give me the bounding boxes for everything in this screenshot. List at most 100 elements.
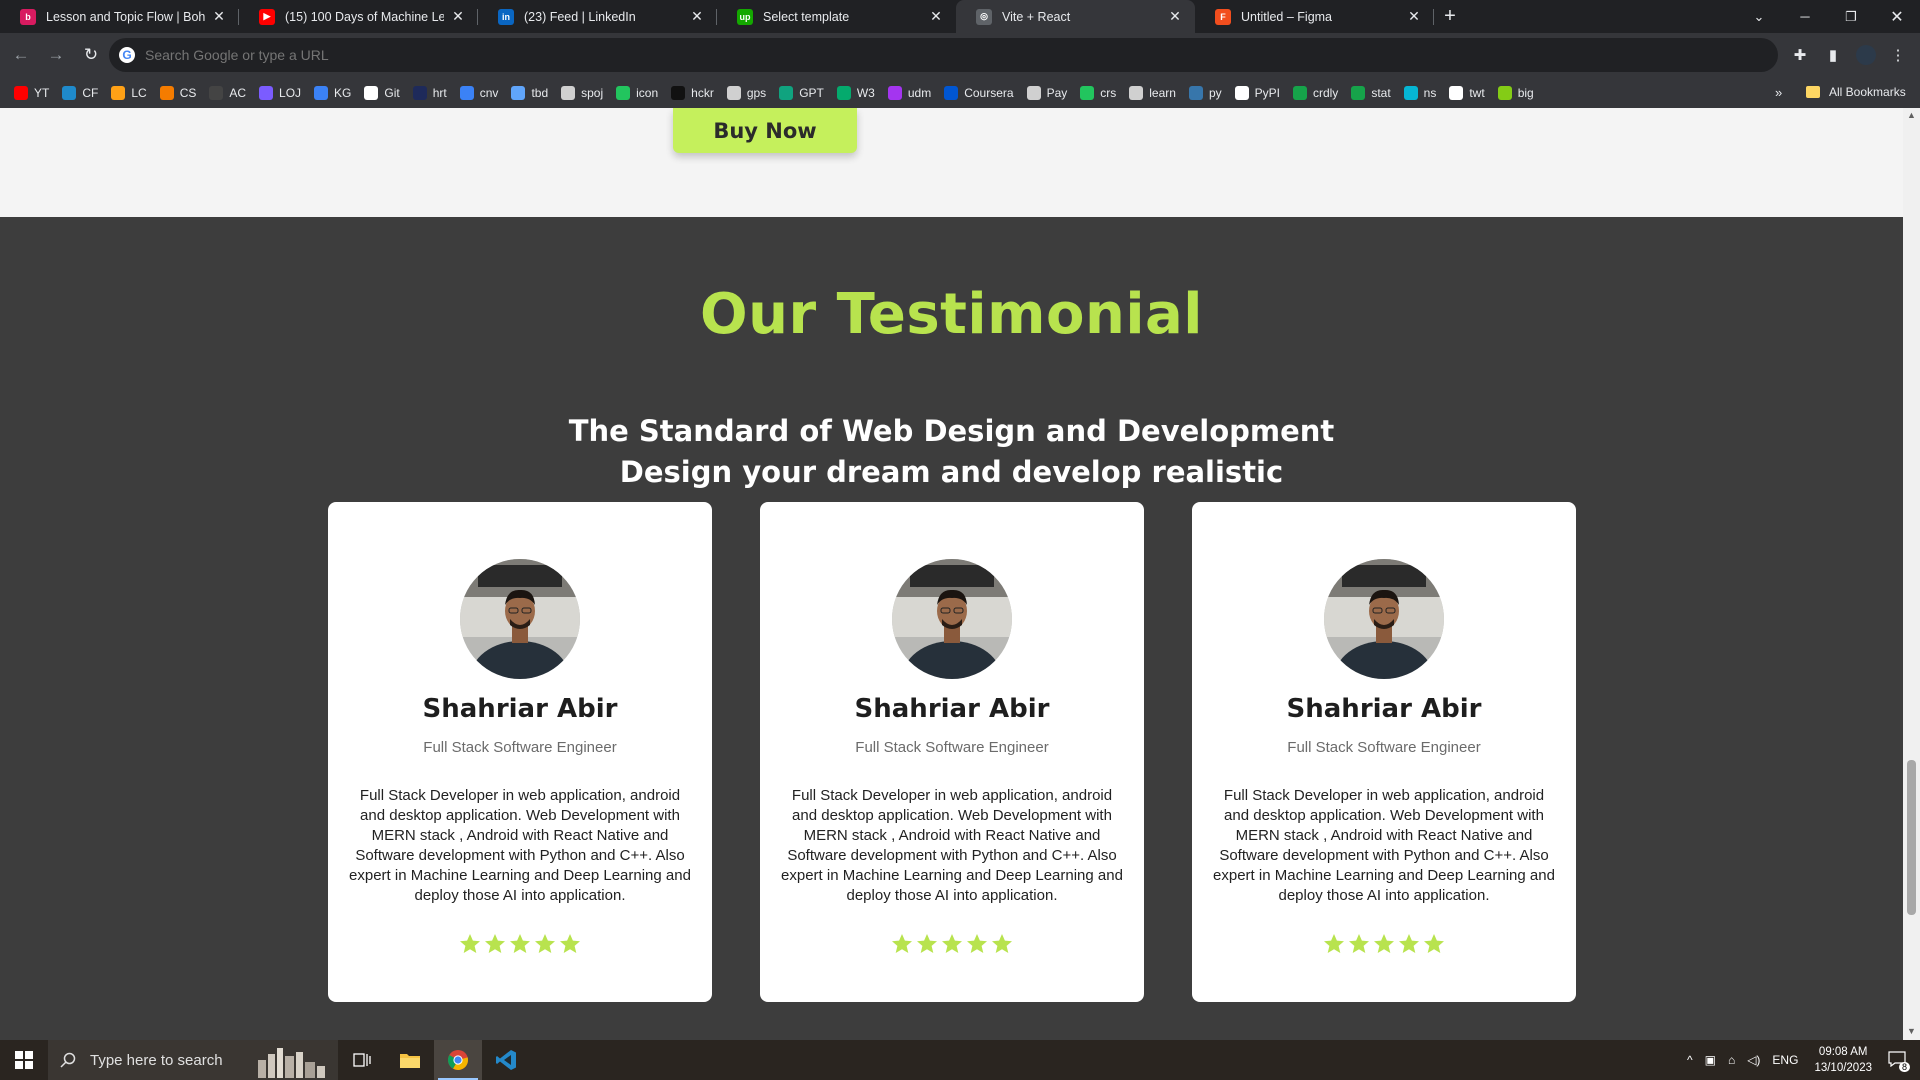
- bookmark-item[interactable]: YT: [14, 85, 49, 100]
- extensions-icon[interactable]: ✚: [1789, 44, 1811, 66]
- bookmark-item[interactable]: crs: [1080, 85, 1116, 100]
- profile-avatar[interactable]: [1855, 44, 1877, 66]
- volume-icon[interactable]: ◁): [1747, 1053, 1760, 1067]
- star-icon: [1349, 934, 1369, 953]
- scroll-down-arrow[interactable]: ▼: [1903, 1026, 1920, 1040]
- browser-tab[interactable]: ▶ (15) 100 Days of Machine Learning ✕: [239, 0, 478, 33]
- star-rating: [760, 933, 1144, 955]
- restore-button[interactable]: ❐: [1828, 0, 1874, 33]
- taskbar-search[interactable]: Type here to search: [48, 1040, 338, 1080]
- network-icon[interactable]: ⌂: [1728, 1053, 1735, 1067]
- close-tab-icon[interactable]: ✕: [211, 8, 227, 25]
- bookmark-label: cnv: [479, 85, 499, 100]
- browser-tab[interactable]: up Select template ✕: [717, 0, 956, 33]
- bookmarks-overflow-button[interactable]: »: [1775, 85, 1782, 100]
- star-icon: [992, 934, 1012, 953]
- star-icon: [1374, 934, 1394, 953]
- bookmark-item[interactable]: Pay: [1026, 85, 1067, 100]
- page-scrollbar[interactable]: ▲ ▼: [1903, 108, 1920, 1040]
- close-tab-icon[interactable]: ✕: [689, 8, 705, 25]
- address-input[interactable]: [145, 47, 1778, 63]
- tab-list: b Lesson and Topic Flow | Bohubrihi ✕ ▶ (15)…: [0, 0, 1434, 33]
- bookmark-item[interactable]: py: [1188, 85, 1222, 100]
- scrollbar-thumb[interactable]: [1907, 760, 1916, 915]
- bookmark-label: icon: [636, 85, 659, 100]
- task-view-button[interactable]: [338, 1040, 386, 1080]
- tab-search-icon[interactable]: ⌄: [1736, 0, 1782, 33]
- bookmark-item[interactable]: stat: [1351, 85, 1391, 100]
- bookmark-item[interactable]: Coursera: [944, 85, 1014, 100]
- forward-button[interactable]: →: [42, 41, 70, 69]
- testimonial-role: Full Stack Software Engineer: [855, 739, 1049, 756]
- bookmark-item[interactable]: ns: [1403, 85, 1436, 100]
- vscode-taskbar-button[interactable]: [482, 1040, 530, 1080]
- chrome-icon: [448, 1050, 469, 1071]
- show-hidden-icons-icon[interactable]: ^: [1687, 1053, 1693, 1067]
- bookmark-item[interactable]: tbd: [511, 85, 549, 100]
- menu-icon[interactable]: ⋮: [1887, 44, 1909, 66]
- close-tab-icon[interactable]: ✕: [1167, 8, 1183, 25]
- star-rating: [328, 933, 712, 955]
- bookmark-favicon-icon: [209, 85, 224, 100]
- bookmark-item[interactable]: GPT: [779, 85, 824, 100]
- clock-date: 13/10/2023: [1814, 1062, 1872, 1074]
- star-icon: [510, 934, 530, 953]
- side-panel-icon[interactable]: ▮: [1822, 44, 1844, 66]
- close-tab-icon[interactable]: ✕: [928, 8, 944, 25]
- new-tab-button[interactable]: +: [1434, 0, 1466, 33]
- bookmark-item[interactable]: LC: [111, 85, 147, 100]
- browser-tab[interactable]: b Lesson and Topic Flow | Bohubrihi ✕: [0, 0, 239, 33]
- all-bookmarks-button[interactable]: All Bookmarks: [1806, 85, 1906, 99]
- bookmark-item[interactable]: twt: [1449, 85, 1485, 100]
- bookmark-item[interactable]: CF: [62, 85, 98, 100]
- testimonial-text: Full Stack Developer in web application,…: [349, 787, 691, 904]
- bookmark-favicon-icon: [726, 85, 741, 100]
- bookmark-label: hrt: [432, 85, 447, 100]
- file-explorer-button[interactable]: [386, 1040, 434, 1080]
- browser-tab[interactable]: ◎ Vite + React ✕: [956, 0, 1195, 33]
- bookmark-item[interactable]: big: [1497, 85, 1534, 100]
- bookmark-item[interactable]: PyPI: [1234, 85, 1280, 100]
- bookmark-item[interactable]: udm: [887, 85, 931, 100]
- bookmark-item[interactable]: spoj: [561, 85, 603, 100]
- chrome-taskbar-button[interactable]: [434, 1040, 482, 1080]
- bookmark-favicon-icon: [412, 85, 427, 100]
- notification-center-icon[interactable]: 8: [1888, 1050, 1910, 1072]
- address-bar[interactable]: G: [109, 38, 1778, 72]
- bookmark-item[interactable]: cnv: [459, 85, 499, 100]
- bookmark-favicon-icon: [259, 85, 274, 100]
- bookmark-item[interactable]: hrt: [412, 85, 447, 100]
- buy-now-button[interactable]: Buy Now: [673, 108, 857, 153]
- tab-title: Vite + React: [1002, 9, 1071, 24]
- meet-now-icon[interactable]: ▣: [1705, 1053, 1716, 1067]
- close-tab-icon[interactable]: ✕: [1406, 8, 1422, 25]
- bookmark-item[interactable]: AC: [209, 85, 246, 100]
- bookmark-item[interactable]: gps: [726, 85, 766, 100]
- bookmark-item[interactable]: crdly: [1292, 85, 1338, 100]
- bookmark-item[interactable]: icon: [616, 85, 659, 100]
- minimize-button[interactable]: ─: [1782, 0, 1828, 33]
- section-subtitle-line1: The Standard of Web Design and Developme…: [568, 414, 1335, 448]
- browser-tab[interactable]: in (23) Feed | LinkedIn ✕: [478, 0, 717, 33]
- bookmark-item[interactable]: LOJ: [259, 85, 301, 100]
- bookmark-label: tbd: [531, 85, 549, 100]
- browser-tab[interactable]: F Untitled – Figma ✕: [1195, 0, 1434, 33]
- language-indicator[interactable]: ENG: [1772, 1053, 1798, 1067]
- bookmark-favicon-icon: [314, 85, 329, 100]
- bookmark-favicon-icon: [14, 85, 28, 100]
- scroll-up-arrow[interactable]: ▲: [1903, 110, 1920, 124]
- bookmark-item[interactable]: learn: [1129, 85, 1176, 100]
- clock[interactable]: 09:08 AM 13/10/2023: [1814, 1044, 1872, 1076]
- back-button[interactable]: ←: [7, 41, 35, 69]
- bookmark-item[interactable]: KG: [314, 85, 351, 100]
- tab-favicon-icon: in: [498, 8, 514, 25]
- bookmark-item[interactable]: CS: [159, 85, 196, 100]
- windows-start-button[interactable]: [0, 1040, 48, 1080]
- close-window-button[interactable]: ✕: [1874, 0, 1920, 33]
- bookmark-item[interactable]: Git: [364, 85, 400, 100]
- bookmark-item[interactable]: W3: [836, 85, 875, 100]
- close-tab-icon[interactable]: ✕: [450, 8, 466, 25]
- reload-button[interactable]: ↻: [77, 41, 105, 69]
- bookmark-label: py: [1208, 85, 1222, 100]
- bookmark-item[interactable]: hckr: [671, 85, 714, 100]
